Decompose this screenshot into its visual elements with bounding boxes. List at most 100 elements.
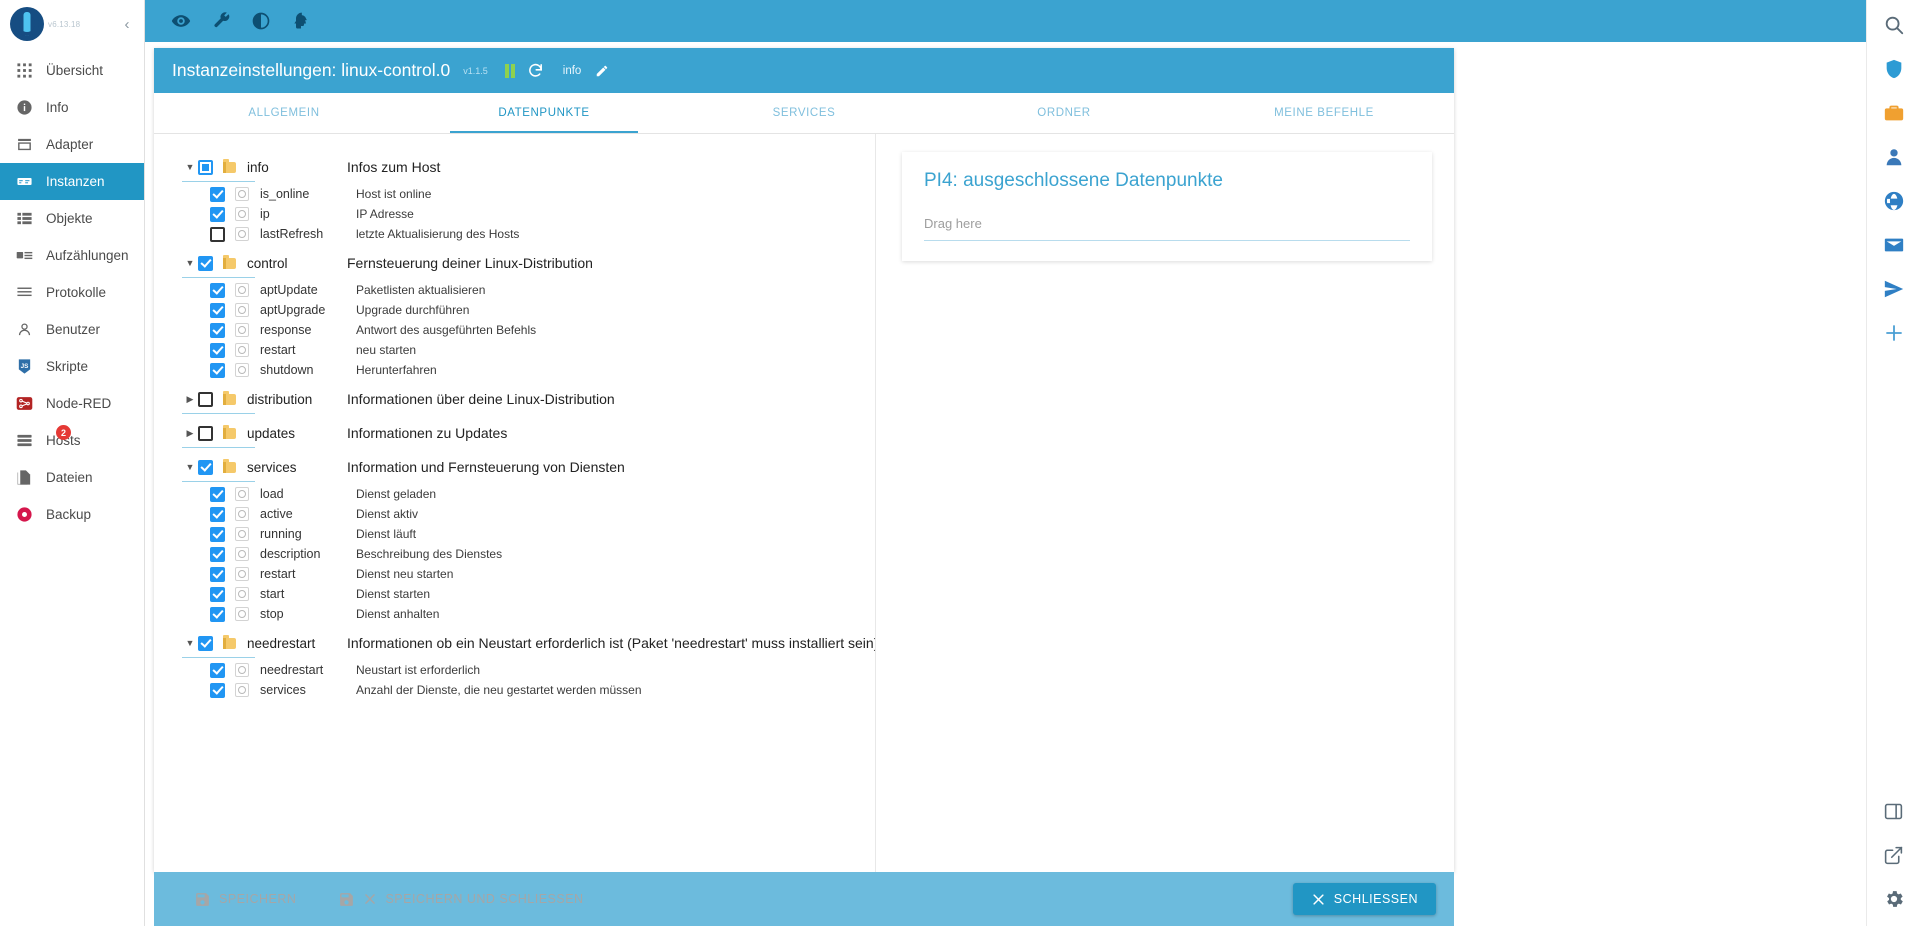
group-checkbox[interactable]	[198, 159, 213, 175]
person-icon[interactable]	[1877, 140, 1911, 174]
tree-child-row[interactable]: restart neu starten	[154, 340, 875, 360]
tree-child-row[interactable]: services Anzahl der Dienste, die neu gest…	[154, 680, 875, 700]
globe-icon[interactable]	[1877, 184, 1911, 218]
sidebar-item-benutzer[interactable]: Benutzer	[0, 311, 144, 348]
tab-ordner[interactable]: ORDNER	[934, 93, 1194, 133]
mail-icon[interactable]	[1877, 228, 1911, 262]
datapoint-checkbox[interactable]	[210, 606, 225, 622]
tree-group-row[interactable]: ▼ info Infos zum Host	[182, 153, 440, 182]
sidebar-item-backup[interactable]: Backup	[0, 496, 144, 533]
sidebar-item-protokolle[interactable]: Protokolle	[0, 274, 144, 311]
search-icon[interactable]	[1877, 8, 1911, 42]
state-icon	[235, 587, 249, 601]
close-button[interactable]: SCHLIESSEN	[1292, 883, 1436, 915]
tree-group-row[interactable]: ▼ needrestart Informationen ob ein Neustar…	[182, 629, 875, 658]
tree-child-row[interactable]: restart Dienst neu starten	[154, 564, 875, 584]
tab-datenpunkte[interactable]: DATENPUNKTE	[414, 93, 674, 133]
datapoint-checkbox[interactable]	[210, 662, 225, 678]
group-checkbox[interactable]	[198, 635, 213, 651]
chevron-down-icon[interactable]: ▼	[182, 258, 198, 268]
datapoint-checkbox[interactable]	[210, 342, 225, 358]
save-button[interactable]: SPEICHERN	[180, 883, 310, 915]
datapoint-checkbox[interactable]	[210, 186, 225, 202]
chevron-down-icon[interactable]: ▼	[182, 162, 198, 172]
pause-icon[interactable]	[504, 63, 515, 78]
sidebar-collapse-button[interactable]: ‹	[116, 13, 138, 35]
datapoint-checkbox[interactable]	[210, 566, 225, 582]
tree-child-row[interactable]: lastRefresh letzte Aktualisierung des Hos…	[154, 224, 875, 244]
tab-meine-befehle[interactable]: MEINE BEFEHLE	[1194, 93, 1454, 133]
sidebar-item--bersicht[interactable]: Übersicht	[0, 52, 144, 89]
chevron-right-icon[interactable]: ▶	[182, 428, 198, 439]
sidebar-item-instanzen[interactable]: Instanzen	[0, 163, 144, 200]
group-checkbox[interactable]	[198, 459, 213, 475]
sidebar-item-node-red[interactable]: Node-RED	[0, 385, 144, 422]
tab-allgemein[interactable]: ALLGEMEIN	[154, 93, 414, 133]
tree-child-row[interactable]: ip IP Adresse	[154, 204, 875, 224]
tree-child-row[interactable]: needrestart Neustart ist erforderlich	[154, 660, 875, 680]
tree-group-row[interactable]: ▼ control Fernsteuerung deiner Linux-Distr…	[182, 249, 593, 278]
tree-group-row[interactable]: ▼ services Information und Fernsteuerung v…	[182, 453, 625, 482]
send-icon[interactable]	[1877, 272, 1911, 306]
sidebar-item-objekte[interactable]: Objekte	[0, 200, 144, 237]
datapoint-checkbox[interactable]	[210, 586, 225, 602]
sidebar-item-label: Benutzer	[46, 322, 101, 337]
tab-services[interactable]: SERVICES	[674, 93, 934, 133]
tree-group-row[interactable]: ▶ distribution Informationen über deine Li…	[182, 385, 615, 414]
datapoints-tree[interactable]: ▼ info Infos zum Host is_online Host ist onl…	[154, 134, 876, 872]
chevron-right-icon[interactable]: ▶	[182, 394, 198, 405]
chevron-down-icon[interactable]: ▼	[182, 638, 198, 648]
drag-here-dropzone[interactable]: Drag here	[924, 216, 1410, 241]
tree-child-row[interactable]: active Dienst aktiv	[154, 504, 875, 524]
tree-child-row[interactable]: stop Dienst anhalten	[154, 604, 875, 624]
eye-icon[interactable]	[167, 7, 195, 35]
tree-child-row[interactable]: load Dienst geladen	[154, 484, 875, 504]
datapoint-checkbox[interactable]	[210, 546, 225, 562]
sidebar-item-dateien[interactable]: Dateien	[0, 459, 144, 496]
group-checkbox[interactable]	[198, 391, 213, 407]
tree-child-row[interactable]: aptUpdate Paketlisten aktualisieren	[154, 280, 875, 300]
external-link-icon[interactable]	[1877, 838, 1911, 872]
tree-child-row[interactable]: aptUpgrade Upgrade durchführen	[154, 300, 875, 320]
sidebar-item-aufz-hlungen[interactable]: Aufzählungen	[0, 237, 144, 274]
tree-child-row[interactable]: response Antwort des ausgeführten Befehls	[154, 320, 875, 340]
window-icon[interactable]	[1877, 794, 1911, 828]
datapoint-checkbox[interactable]	[210, 206, 225, 222]
datapoint-checkbox[interactable]	[210, 486, 225, 502]
tree-child-row[interactable]: start Dienst starten	[154, 584, 875, 604]
gear-icon[interactable]	[1877, 882, 1911, 916]
state-icon	[235, 567, 249, 581]
chevron-down-icon[interactable]: ▼	[182, 462, 198, 472]
sidebar-item-info[interactable]: Info	[0, 89, 144, 126]
tree-group-row[interactable]: ▶ updates Informationen zu Updates	[182, 419, 507, 448]
expert-icon[interactable]	[287, 7, 315, 35]
plus-icon[interactable]	[1877, 316, 1911, 350]
datapoint-checkbox[interactable]	[210, 682, 225, 698]
sidebar-item-adapter[interactable]: Adapter	[0, 126, 144, 163]
shield-icon[interactable]	[1877, 52, 1911, 86]
datapoint-id-label: shutdown	[260, 363, 314, 377]
datapoint-checkbox[interactable]	[210, 226, 225, 242]
group-checkbox[interactable]	[198, 425, 213, 441]
datapoint-checkbox[interactable]	[210, 362, 225, 378]
sidebar-item-skripte[interactable]: JS Skripte	[0, 348, 144, 385]
content-panes: ▼ info Infos zum Host is_online Host ist onl…	[154, 134, 1454, 872]
datapoint-checkbox[interactable]	[210, 302, 225, 318]
contrast-icon[interactable]	[247, 7, 275, 35]
tree-child-row[interactable]: shutdown Herunterfahren	[154, 360, 875, 380]
refresh-icon[interactable]	[525, 60, 547, 82]
save-and-close-button[interactable]: SPEICHERN UND SCHLIESSEN	[324, 883, 597, 915]
pencil-icon[interactable]	[591, 60, 613, 82]
datapoint-checkbox[interactable]	[210, 282, 225, 298]
datapoint-checkbox[interactable]	[210, 506, 225, 522]
group-checkbox[interactable]	[198, 255, 213, 271]
tree-child-row[interactable]: description Beschreibung des Dienstes	[154, 544, 875, 564]
wrench-icon[interactable]	[207, 7, 235, 35]
tree-child-row[interactable]: running Dienst läuft	[154, 524, 875, 544]
datapoint-checkbox[interactable]	[210, 526, 225, 542]
sidebar-item-hosts[interactable]: Hosts 2	[0, 422, 144, 459]
tree-child-row[interactable]: is_online Host ist online	[154, 184, 875, 204]
datapoint-checkbox[interactable]	[210, 322, 225, 338]
datapoint-description: letzte Aktualisierung des Hosts	[356, 227, 520, 241]
briefcase-icon[interactable]	[1877, 96, 1911, 130]
